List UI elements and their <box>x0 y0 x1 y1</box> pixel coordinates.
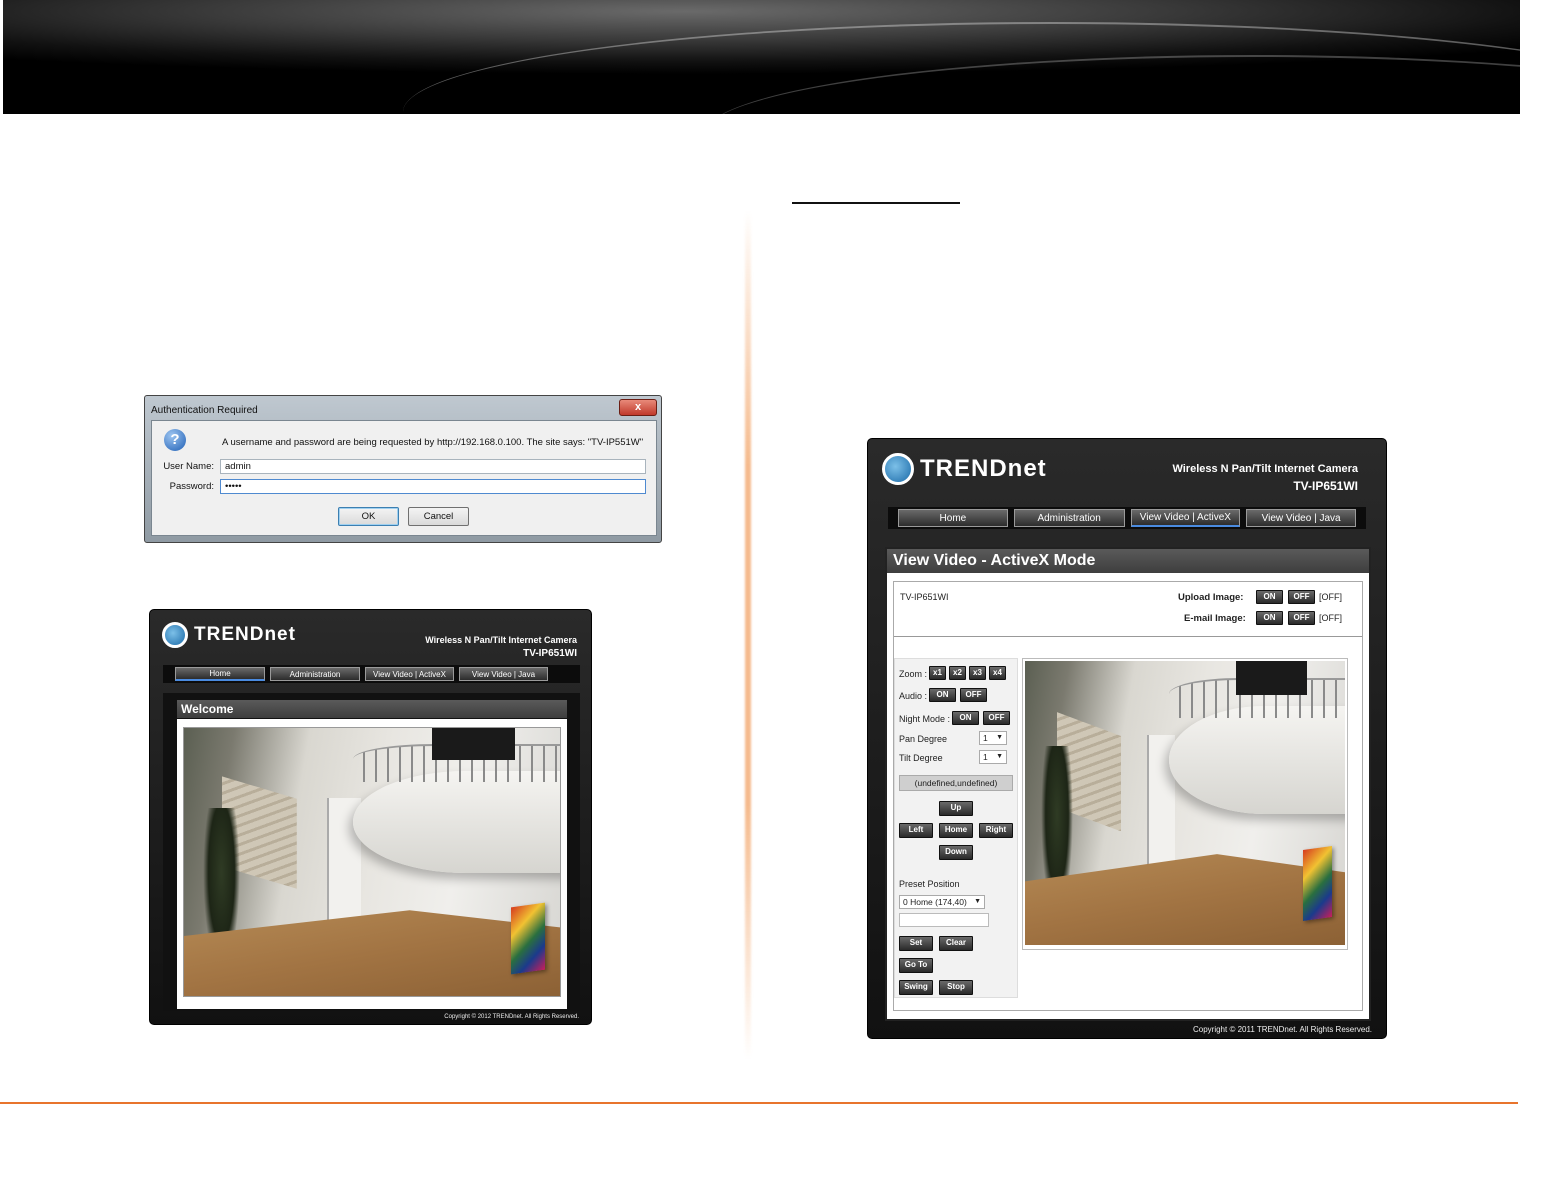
ptz-home-button[interactable]: Home <box>939 823 973 838</box>
camera-video-feed <box>1025 661 1345 945</box>
divider <box>894 636 1362 637</box>
email-off-button[interactable]: OFF <box>1288 611 1315 625</box>
view-panel: TV-IP651WI Upload Image: ON OFF [OFF] E-… <box>893 581 1363 1011</box>
copyright: Copyright © 2012 TRENDnet. All Rights Re… <box>444 1014 579 1020</box>
trendnet-logo-icon <box>882 453 914 485</box>
auth-message: A username and password are being reques… <box>222 437 644 448</box>
preset-position-select[interactable]: 0 Home (174,40) ▼ <box>899 895 985 909</box>
ptz-left-button[interactable]: Left <box>899 823 933 838</box>
position-readout: (undefined,undefined) <box>899 775 1013 791</box>
nav-home[interactable]: Home <box>898 509 1008 527</box>
camera-activex-screenshot: TRENDnet Wireless N Pan/Tilt Internet Ca… <box>867 438 1387 1039</box>
nav-home[interactable]: Home <box>175 667 265 681</box>
document-page: Authentication Required x ? A username a… <box>0 0 1548 1200</box>
ok-button[interactable]: OK <box>338 507 399 526</box>
nav-administration[interactable]: Administration <box>1013 509 1125 527</box>
close-icon[interactable]: x <box>619 398 657 416</box>
auth-dialog-titlebar: Authentication Required x <box>149 398 657 420</box>
camera-home-screenshot: TRENDnet Wireless N Pan/Tilt Internet Ca… <box>149 609 592 1025</box>
audio-label: Audio : <box>899 691 928 701</box>
product-name: Wireless N Pan/Tilt Internet Camera <box>425 635 577 645</box>
question-icon: ? <box>164 429 186 451</box>
pan-degree-value: 1 <box>983 733 988 743</box>
nav-view-video-java[interactable]: View Video | Java <box>459 667 548 681</box>
night-off-button[interactable]: OFF <box>983 711 1010 725</box>
model-name: TV-IP651WI <box>523 648 577 659</box>
nav-bar: Home Administration View Video | ActiveX… <box>888 507 1366 529</box>
trendnet-logo-icon <box>162 622 188 648</box>
upload-image-label: Upload Image: <box>1178 592 1244 603</box>
video-frame <box>177 719 567 1009</box>
chevron-down-icon: ▼ <box>974 898 981 905</box>
auth-dialog-body: ? A username and password are being requ… <box>151 420 657 536</box>
tilt-degree-value: 1 <box>983 752 988 762</box>
camera-video-feed <box>183 727 561 997</box>
preset-set-button[interactable]: Set <box>899 936 933 951</box>
night-on-button[interactable]: ON <box>952 711 979 725</box>
upload-state: [OFF] <box>1319 592 1342 602</box>
email-on-button[interactable]: ON <box>1256 611 1283 625</box>
section-title: Welcome <box>177 700 567 718</box>
header-banner <box>3 0 1520 114</box>
preset-name-input[interactable] <box>899 913 989 927</box>
model-name: TV-IP651WI <box>1293 479 1358 493</box>
column-divider <box>745 210 751 1060</box>
night-mode-label: Night Mode : <box>899 714 951 724</box>
trendnet-logo: TRENDnet <box>882 453 1047 485</box>
tilt-degree-label: Tilt Degree <box>899 753 943 763</box>
upload-on-button[interactable]: ON <box>1256 590 1283 604</box>
username-label: User Name: <box>163 461 214 472</box>
audio-on-button[interactable]: ON <box>929 688 956 702</box>
nav-view-video-activex[interactable]: View Video | ActiveX <box>1130 509 1241 527</box>
swing-button[interactable]: Swing <box>899 980 933 995</box>
section-heading-underline <box>792 202 960 204</box>
preset-position-value: 0 Home (174,40) <box>903 897 967 907</box>
content-area: Welcome <box>163 693 580 1011</box>
ptz-control-panel: Zoom : x1 x2 x3 x4 Audio : ON OFF Night … <box>894 658 1018 998</box>
zoom-x4-button[interactable]: x4 <box>989 666 1006 680</box>
footer-rule <box>0 1102 1518 1104</box>
brand-name: TRENDnet <box>194 624 296 645</box>
zoom-label: Zoom : <box>899 669 928 679</box>
ptz-right-button[interactable]: Right <box>979 823 1013 838</box>
ptz-down-button[interactable]: Down <box>939 845 973 860</box>
email-image-label: E-mail Image: <box>1184 613 1246 624</box>
password-label: Password: <box>169 481 214 492</box>
nav-view-video-java[interactable]: View Video | Java <box>1246 509 1356 527</box>
copyright: Copyright © 2011 TRENDnet. All Rights Re… <box>1192 1025 1372 1034</box>
trendnet-logo: TRENDnet <box>162 622 296 648</box>
username-field[interactable]: admin <box>220 459 646 474</box>
chevron-down-icon: ▼ <box>996 734 1003 741</box>
audio-off-button[interactable]: OFF <box>960 688 987 702</box>
brand-name: TRENDnet <box>920 455 1047 482</box>
video-frame <box>1022 658 1348 950</box>
nav-view-video-activex[interactable]: View Video | ActiveX <box>365 667 454 681</box>
zoom-x3-button[interactable]: x3 <box>969 666 986 680</box>
upload-off-button[interactable]: OFF <box>1288 590 1315 604</box>
product-name: Wireless N Pan/Tilt Internet Camera <box>1172 463 1358 475</box>
pan-degree-label: Pan Degree <box>899 734 948 744</box>
tilt-degree-select[interactable]: 1 ▼ <box>979 750 1007 764</box>
cancel-button[interactable]: Cancel <box>408 507 469 526</box>
password-field[interactable]: ••••• <box>220 479 646 494</box>
auth-dialog-title: Authentication Required <box>151 404 258 416</box>
content-area: View Video - ActiveX Mode TV-IP651WI Upl… <box>885 547 1371 1021</box>
auth-dialog: Authentication Required x ? A username a… <box>144 395 662 543</box>
preset-position-label: Preset Position <box>899 879 960 889</box>
preset-clear-button[interactable]: Clear <box>939 936 973 951</box>
pan-degree-select[interactable]: 1 ▼ <box>979 731 1007 745</box>
nav-bar: Home Administration View Video | ActiveX… <box>163 665 580 683</box>
preset-goto-button[interactable]: Go To <box>899 958 933 973</box>
zoom-x2-button[interactable]: x2 <box>949 666 966 680</box>
email-state: [OFF] <box>1319 613 1342 623</box>
nav-administration[interactable]: Administration <box>270 667 360 681</box>
stop-button[interactable]: Stop <box>939 980 973 995</box>
device-name: TV-IP651WI <box>900 592 949 602</box>
zoom-x1-button[interactable]: x1 <box>929 666 946 680</box>
chevron-down-icon: ▼ <box>996 753 1003 760</box>
ptz-up-button[interactable]: Up <box>939 801 973 816</box>
section-title: View Video - ActiveX Mode <box>887 549 1369 573</box>
